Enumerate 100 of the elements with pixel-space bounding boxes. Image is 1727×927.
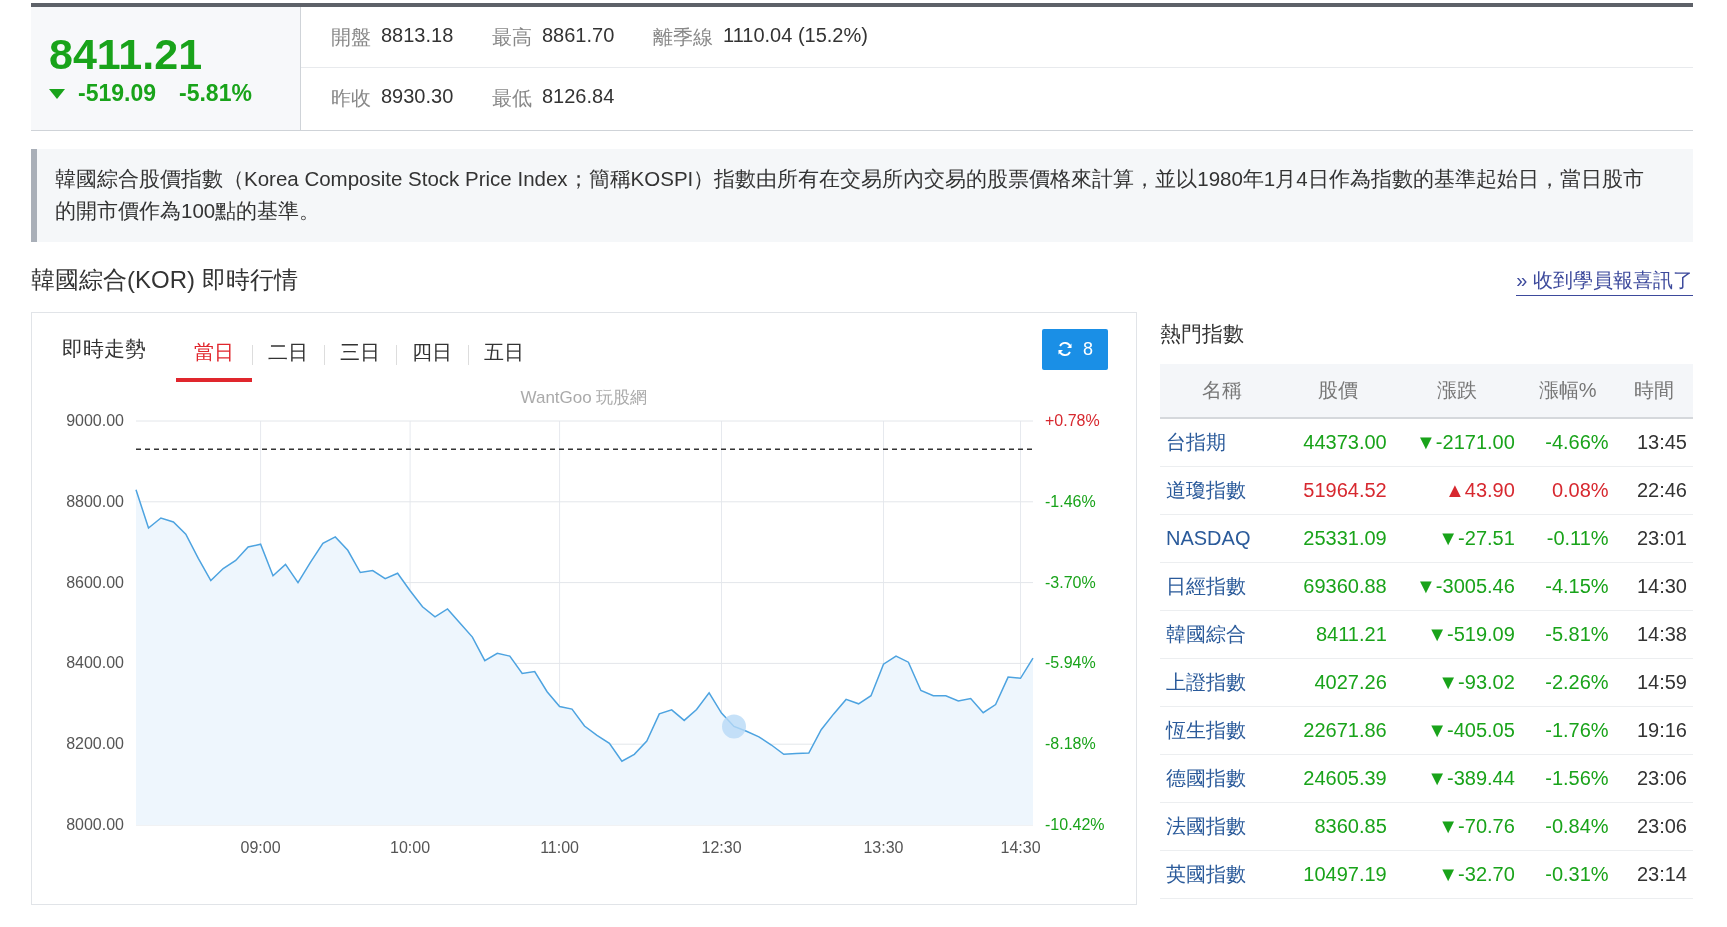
table-cell: ▲43.90	[1392, 466, 1521, 515]
index-link[interactable]: 法國指數	[1166, 815, 1246, 837]
stat-value: 8813.18	[381, 23, 454, 48]
index-link[interactable]: 日經指數	[1166, 575, 1246, 597]
table-cell: -4.15%	[1520, 562, 1615, 611]
index-link[interactable]: 台指期	[1166, 431, 1226, 453]
stat-value: 8126.84	[542, 84, 615, 109]
index-link[interactable]: 韓國綜合	[1166, 623, 1246, 645]
stat-value: 8861.70	[542, 23, 615, 48]
table-cell: ▼-2171.00	[1392, 418, 1521, 467]
axis-label: -1.46%	[1045, 492, 1096, 510]
index-link[interactable]: NASDAQ	[1166, 527, 1251, 549]
chart-title: 即時走勢	[62, 336, 146, 362]
axis-label: 8000.00	[66, 816, 124, 833]
stat-value: 8930.30	[381, 84, 454, 109]
table-cell: ▼-3005.46	[1392, 562, 1521, 611]
table-cell: 14:59	[1614, 658, 1693, 707]
stat-value: 1110.04 (15.2%)	[723, 23, 868, 48]
hot-indices-title: 熱門指數	[1160, 321, 1245, 347]
table-cell: -0.11%	[1520, 514, 1615, 563]
table-cell: ▼-27.51	[1392, 514, 1521, 563]
table-cell: ▼-405.05	[1392, 706, 1521, 755]
table-cell: -2.26%	[1520, 658, 1615, 707]
axis-label: +0.78%	[1045, 412, 1100, 429]
table-cell: 69360.88	[1283, 562, 1393, 611]
table-cell: ▼-93.02	[1392, 658, 1521, 707]
stat-label: 昨收	[331, 85, 371, 111]
axis-label: 8600.00	[66, 573, 124, 591]
price-change: -519.09	[78, 80, 156, 107]
period-tab[interactable]: 五日	[468, 326, 540, 382]
down-triangle-icon	[49, 88, 65, 99]
table-cell: -0.84%	[1520, 802, 1615, 851]
table-cell: ▼-389.44	[1392, 754, 1521, 803]
stat-label: 最低	[492, 85, 532, 111]
chart-watermark: WantGoo 玩股網	[520, 388, 648, 407]
table-cell: 10497.19	[1283, 850, 1393, 899]
table-cell: 23:01	[1614, 514, 1693, 563]
stat-label: 開盤	[331, 24, 371, 50]
table-cell: 51964.52	[1283, 466, 1393, 515]
table-cell: -5.81%	[1520, 610, 1615, 659]
table-cell: 25331.09	[1283, 514, 1393, 563]
column-header: 股價	[1318, 379, 1359, 401]
axis-label: -3.70%	[1045, 573, 1096, 591]
table-cell: ▼-70.76	[1392, 802, 1521, 851]
table-cell: -1.56%	[1520, 754, 1615, 803]
hover-marker	[722, 714, 746, 739]
table-cell: -0.31%	[1520, 850, 1615, 899]
column-header: 名稱	[1201, 379, 1242, 401]
axis-label: 8200.00	[66, 735, 124, 753]
percent-change: -5.81%	[179, 80, 252, 107]
column-header: 漲幅%	[1538, 379, 1597, 401]
axis-label: -5.94%	[1045, 654, 1096, 672]
section-title: 韓國綜合(KOR) 即時行情	[31, 265, 298, 295]
index-price: 8411.21	[49, 33, 204, 76]
table-cell: 23:14	[1614, 850, 1693, 899]
index-link[interactable]: 上證指數	[1166, 671, 1246, 693]
table-cell: 19:16	[1614, 706, 1693, 755]
axis-label: 9000.00	[66, 412, 124, 429]
table-cell: ▼-32.70	[1392, 850, 1521, 899]
table-cell: 4027.26	[1283, 658, 1393, 707]
axis-label: 10:00	[390, 839, 431, 856]
index-link[interactable]: 恆生指數	[1166, 719, 1246, 741]
table-cell: 0.08%	[1520, 466, 1615, 515]
index-link[interactable]: 德國指數	[1166, 767, 1246, 789]
period-tab[interactable]: 當日	[176, 326, 252, 382]
index-link[interactable]: 道瓊指數	[1166, 479, 1246, 501]
axis-label: -8.18%	[1045, 735, 1096, 753]
axis-label: 14:30	[1000, 839, 1041, 856]
table-cell: 13:45	[1614, 418, 1693, 467]
table-cell: 24605.39	[1283, 754, 1393, 803]
table-cell: ▼-519.09	[1392, 610, 1521, 659]
stat-label: 離季線	[653, 24, 713, 50]
column-header: 漲跌	[1436, 379, 1477, 401]
stat-label: 最高	[492, 24, 532, 50]
axis-label: -10.42%	[1045, 816, 1105, 833]
table-cell: -4.66%	[1520, 418, 1615, 467]
period-tab[interactable]: 二日	[252, 326, 324, 382]
axis-label: 12:30	[701, 839, 742, 856]
table-cell: 22:46	[1614, 466, 1693, 515]
table-cell: 22671.86	[1283, 706, 1393, 755]
promo-link[interactable]: » 收到學員報喜訊了	[1516, 267, 1693, 296]
table-cell: 8360.85	[1283, 802, 1393, 851]
period-tab[interactable]: 三日	[324, 326, 396, 382]
table-cell: 8411.21	[1283, 610, 1393, 659]
period-tab[interactable]: 四日	[396, 326, 468, 382]
axis-label: 8800.00	[66, 492, 124, 510]
table-cell: 14:30	[1614, 562, 1693, 611]
refresh-icon	[1057, 341, 1073, 357]
axis-label: 8400.00	[66, 654, 124, 672]
index-link[interactable]: 英國指數	[1166, 863, 1246, 885]
axis-label: 09:00	[240, 839, 281, 856]
table-cell: 23:06	[1614, 754, 1693, 803]
table-cell: 44373.00	[1283, 418, 1393, 467]
axis-label: 11:00	[540, 839, 579, 856]
table-cell: 23:06	[1614, 802, 1693, 851]
table-cell: 14:38	[1614, 610, 1693, 659]
axis-label: 13:30	[863, 839, 904, 856]
description-text: 韓國綜合股價指數（Korea Composite Stock Price Index；簡稱KOSPI）指數由所有在交易所內交易的股票價格來計算，並以1980年1月4日作為指數的基準起始日，當日股市的開市價作為100點的基準。	[55, 166, 1645, 224]
column-header: 時間	[1633, 379, 1674, 401]
table-cell: -1.76%	[1520, 706, 1615, 755]
